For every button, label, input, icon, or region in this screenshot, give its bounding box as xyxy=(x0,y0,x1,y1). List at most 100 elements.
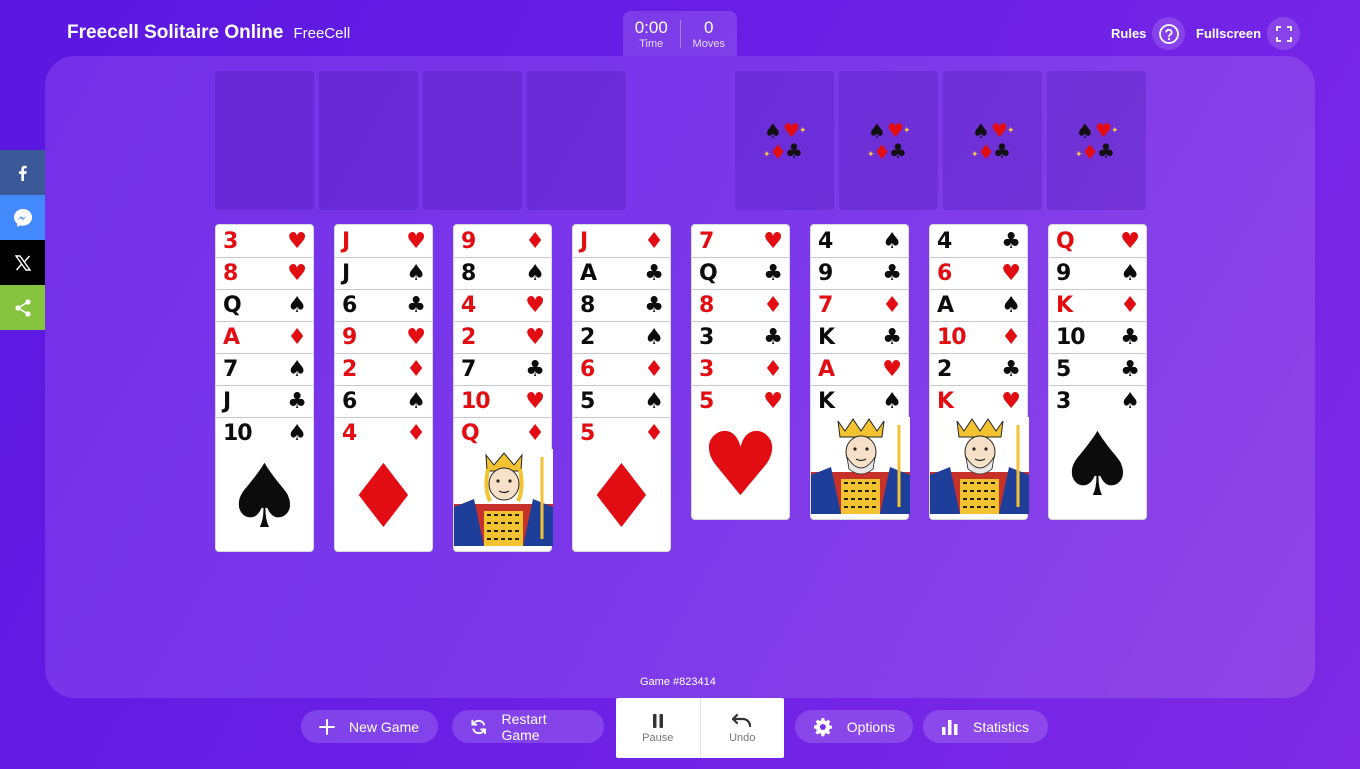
card[interactable]: 7 ♣ xyxy=(454,353,551,385)
card-rank: J xyxy=(342,261,350,286)
x-share-button[interactable] xyxy=(0,240,45,285)
card[interactable]: 7 ♥ xyxy=(692,225,789,257)
card[interactable]: 4 ♣ xyxy=(930,225,1027,257)
tableau-column-3[interactable]: 9 ♦ 8 ♠ 4 ♥ 2 ♥ 7 ♣ 10 ♥ Q ♦ xyxy=(453,224,553,552)
card[interactable]: A ♥ xyxy=(811,353,908,385)
card[interactable]: 4 ♥ xyxy=(454,289,551,321)
card[interactable]: 10 ♣ xyxy=(1049,321,1146,353)
tableau-column-5[interactable]: 7 ♥ Q ♣ 8 ♦ 3 ♣ 3 ♦ 5 ♥ ♥ xyxy=(691,224,790,520)
card-suit: ♥ xyxy=(406,228,426,254)
card-suit: ♠ xyxy=(525,261,545,286)
card[interactable]: 3 ♦ xyxy=(692,353,789,385)
card[interactable]: 3 ♣ xyxy=(692,321,789,353)
card[interactable]: K ♣ xyxy=(811,321,908,353)
help-icon xyxy=(1152,17,1186,50)
free-cell-1[interactable] xyxy=(215,71,314,210)
facebook-icon xyxy=(18,165,27,181)
card-rank: Q xyxy=(223,293,242,318)
foundation-3[interactable]: ♠ ♥ ♦ ♣ ✦ ✦ xyxy=(943,71,1042,210)
suits-icon: ♠ ♥ ♦ ♣ ✦ ✦ xyxy=(763,119,807,164)
card[interactable]: 3 ♥ xyxy=(216,225,313,257)
card[interactable]: 2 ♦ xyxy=(335,353,432,385)
card-rank: Q xyxy=(461,421,480,446)
card[interactable]: K ♠ xyxy=(811,385,908,417)
new-game-button[interactable]: New Game xyxy=(301,710,438,743)
card[interactable]: K ♦ xyxy=(1049,289,1146,321)
card[interactable]: J ♠ xyxy=(335,257,432,289)
rules-button[interactable]: Rules xyxy=(1111,17,1186,50)
statistics-button[interactable]: Statistics xyxy=(923,710,1048,743)
card-rank: 7 xyxy=(461,357,476,382)
foundation-1[interactable]: ♠ ♥ ♦ ♣ ✦ ✦ xyxy=(735,71,834,210)
face-card-art xyxy=(930,417,1029,514)
card[interactable]: Q ♣ xyxy=(692,257,789,289)
card-rank: 5 xyxy=(580,389,595,414)
card[interactable]: 5 ♣ xyxy=(1049,353,1146,385)
card-suit: ♦ xyxy=(406,421,426,446)
card-rank: 4 xyxy=(342,421,357,446)
card[interactable]: 6 ♠ xyxy=(335,385,432,417)
tableau-column-6[interactable]: 4 ♠ 9 ♣ 7 ♦ K ♣ A ♥ K ♠ xyxy=(810,224,910,520)
card-rank: K xyxy=(1056,293,1073,318)
card-suit: ♦ xyxy=(644,357,664,382)
tableau-column-7[interactable]: 4 ♣ 6 ♥ A ♠ 10 ♦ 2 ♣ K ♥ xyxy=(929,224,1029,520)
share-button[interactable] xyxy=(0,285,45,330)
fullscreen-button[interactable]: Fullscreen xyxy=(1196,17,1301,50)
card[interactable]: 9 ♣ xyxy=(811,257,908,289)
free-cell-3[interactable] xyxy=(423,71,522,210)
card[interactable]: A ♠ xyxy=(930,289,1027,321)
facebook-share-button[interactable] xyxy=(0,150,45,195)
options-button[interactable]: Options xyxy=(795,710,913,743)
card[interactable]: 8 ♠ xyxy=(454,257,551,289)
plus-icon xyxy=(319,718,335,735)
card[interactable]: 8 ♥ xyxy=(216,257,313,289)
card[interactable]: Q ♦ xyxy=(454,417,551,449)
card[interactable]: 9 ♦ xyxy=(454,225,551,257)
card-suit: ♣ xyxy=(1001,357,1021,382)
card[interactable]: A ♣ xyxy=(573,257,670,289)
svg-text:✦: ✦ xyxy=(971,150,979,160)
pause-button[interactable]: Pause xyxy=(616,698,700,758)
card-suit: ♣ xyxy=(406,293,426,318)
card[interactable]: 9 ♥ xyxy=(335,321,432,353)
card[interactable]: Q ♥ xyxy=(1049,225,1146,257)
card[interactable]: 6 ♣ xyxy=(335,289,432,321)
tableau-column-2[interactable]: J ♥ J ♠ 6 ♣ 9 ♥ 2 ♦ 6 ♠ 4 ♦ ♦ xyxy=(334,224,433,552)
card[interactable]: J ♣ xyxy=(216,385,313,417)
card[interactable]: J ♥ xyxy=(335,225,432,257)
card[interactable]: K ♥ xyxy=(930,385,1027,417)
svg-text:✦: ✦ xyxy=(1111,126,1119,136)
face-card-art xyxy=(811,417,910,514)
tableau-column-8[interactable]: Q ♥ 9 ♠ K ♦ 10 ♣ 5 ♣ 3 ♠ ♠ xyxy=(1048,224,1147,520)
foundation-4[interactable]: ♠ ♥ ♦ ♣ ✦ ✦ xyxy=(1047,71,1146,210)
card[interactable]: 6 ♥ xyxy=(930,257,1027,289)
restart-game-button[interactable]: Restart Game xyxy=(452,710,604,743)
card[interactable]: 7 ♠ xyxy=(216,353,313,385)
card[interactable]: 10 ♥ xyxy=(454,385,551,417)
card-rank: 2 xyxy=(580,325,595,350)
game-stats: 0:00 Time 0 Moves xyxy=(623,11,737,57)
card[interactable]: 2 ♥ xyxy=(454,321,551,353)
card-suit: ♥ xyxy=(525,293,545,318)
free-cell-2[interactable] xyxy=(319,71,418,210)
card[interactable]: 5 ♠ xyxy=(573,385,670,417)
card[interactable]: A ♦ xyxy=(216,321,313,353)
card[interactable]: 10 ♦ xyxy=(930,321,1027,353)
card[interactable]: 2 ♣ xyxy=(930,353,1027,385)
card[interactable]: 8 ♣ xyxy=(573,289,670,321)
card[interactable]: 4 ♠ xyxy=(811,225,908,257)
undo-button[interactable]: Undo xyxy=(699,698,785,758)
card[interactable]: 8 ♦ xyxy=(692,289,789,321)
card[interactable]: 6 ♦ xyxy=(573,353,670,385)
card[interactable]: Q ♠ xyxy=(216,289,313,321)
tableau-column-1[interactable]: 3 ♥ 8 ♥ Q ♠ A ♦ 7 ♠ J ♣ 10 ♠ ♠ xyxy=(215,224,314,552)
card[interactable]: 9 ♠ xyxy=(1049,257,1146,289)
tableau-column-4[interactable]: J ♦ A ♣ 8 ♣ 2 ♠ 6 ♦ 5 ♠ 5 ♦ ♦ xyxy=(572,224,671,552)
foundation-2[interactable]: ♠ ♥ ♦ ♣ ✦ ✦ xyxy=(839,71,938,210)
free-cell-4[interactable] xyxy=(527,71,626,210)
card[interactable]: J ♦ xyxy=(573,225,670,257)
card[interactable]: 2 ♠ xyxy=(573,321,670,353)
messenger-share-button[interactable] xyxy=(0,195,45,240)
card[interactable]: 7 ♦ xyxy=(811,289,908,321)
card-rank: 9 xyxy=(461,228,476,254)
